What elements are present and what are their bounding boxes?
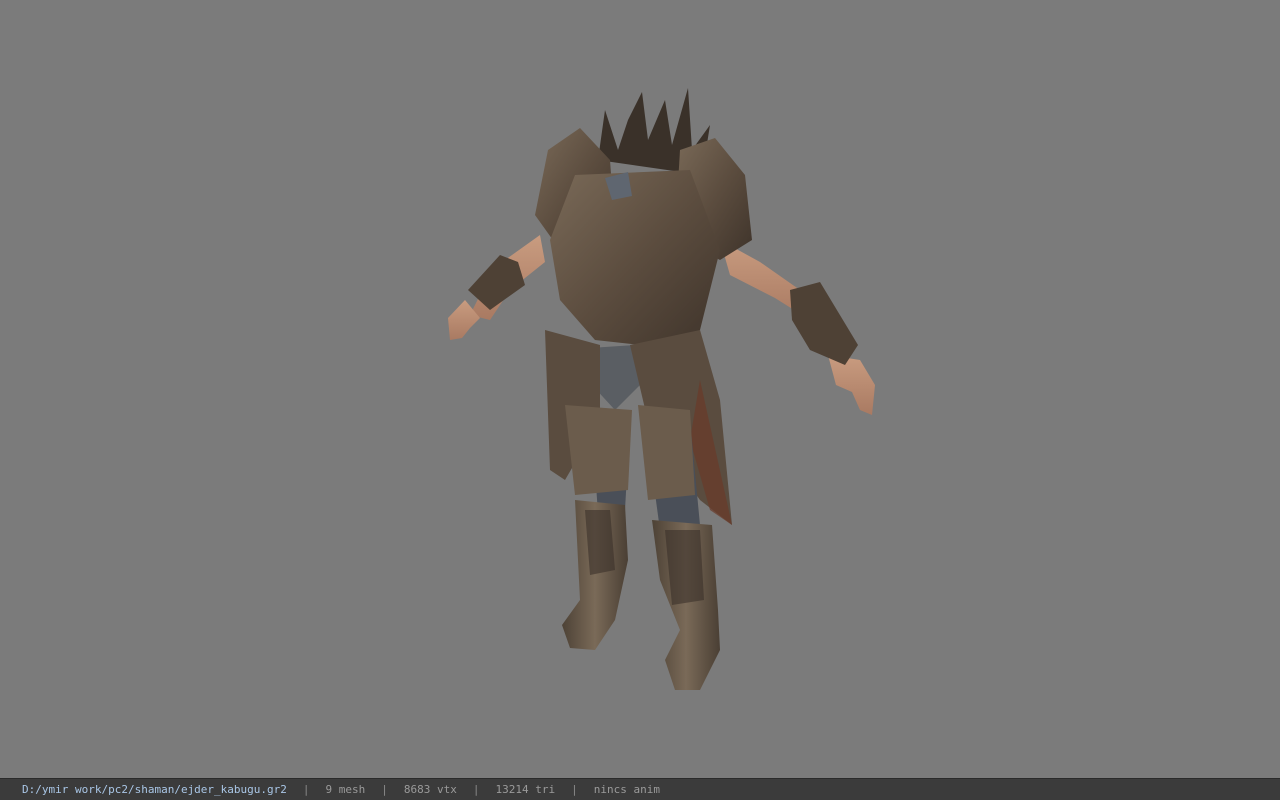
animation-status: nincs anim xyxy=(593,783,660,796)
armor-model xyxy=(448,88,875,690)
status-separator: | xyxy=(571,783,578,796)
triangle-count: 13214 tri xyxy=(495,783,556,796)
3d-viewport[interactable] xyxy=(0,0,1280,778)
vertex-count: 8683 vtx xyxy=(403,783,457,796)
status-separator: | xyxy=(302,783,310,796)
status-separator: | xyxy=(381,783,388,796)
status-bar: D:/ymir work/pc2/shaman/ejder_kabugu.gr2… xyxy=(0,778,1280,800)
mesh-count: 9 mesh xyxy=(325,783,366,796)
status-separator: | xyxy=(472,783,480,796)
file-path: D:/ymir work/pc2/shaman/ejder_kabugu.gr2 xyxy=(22,783,287,796)
